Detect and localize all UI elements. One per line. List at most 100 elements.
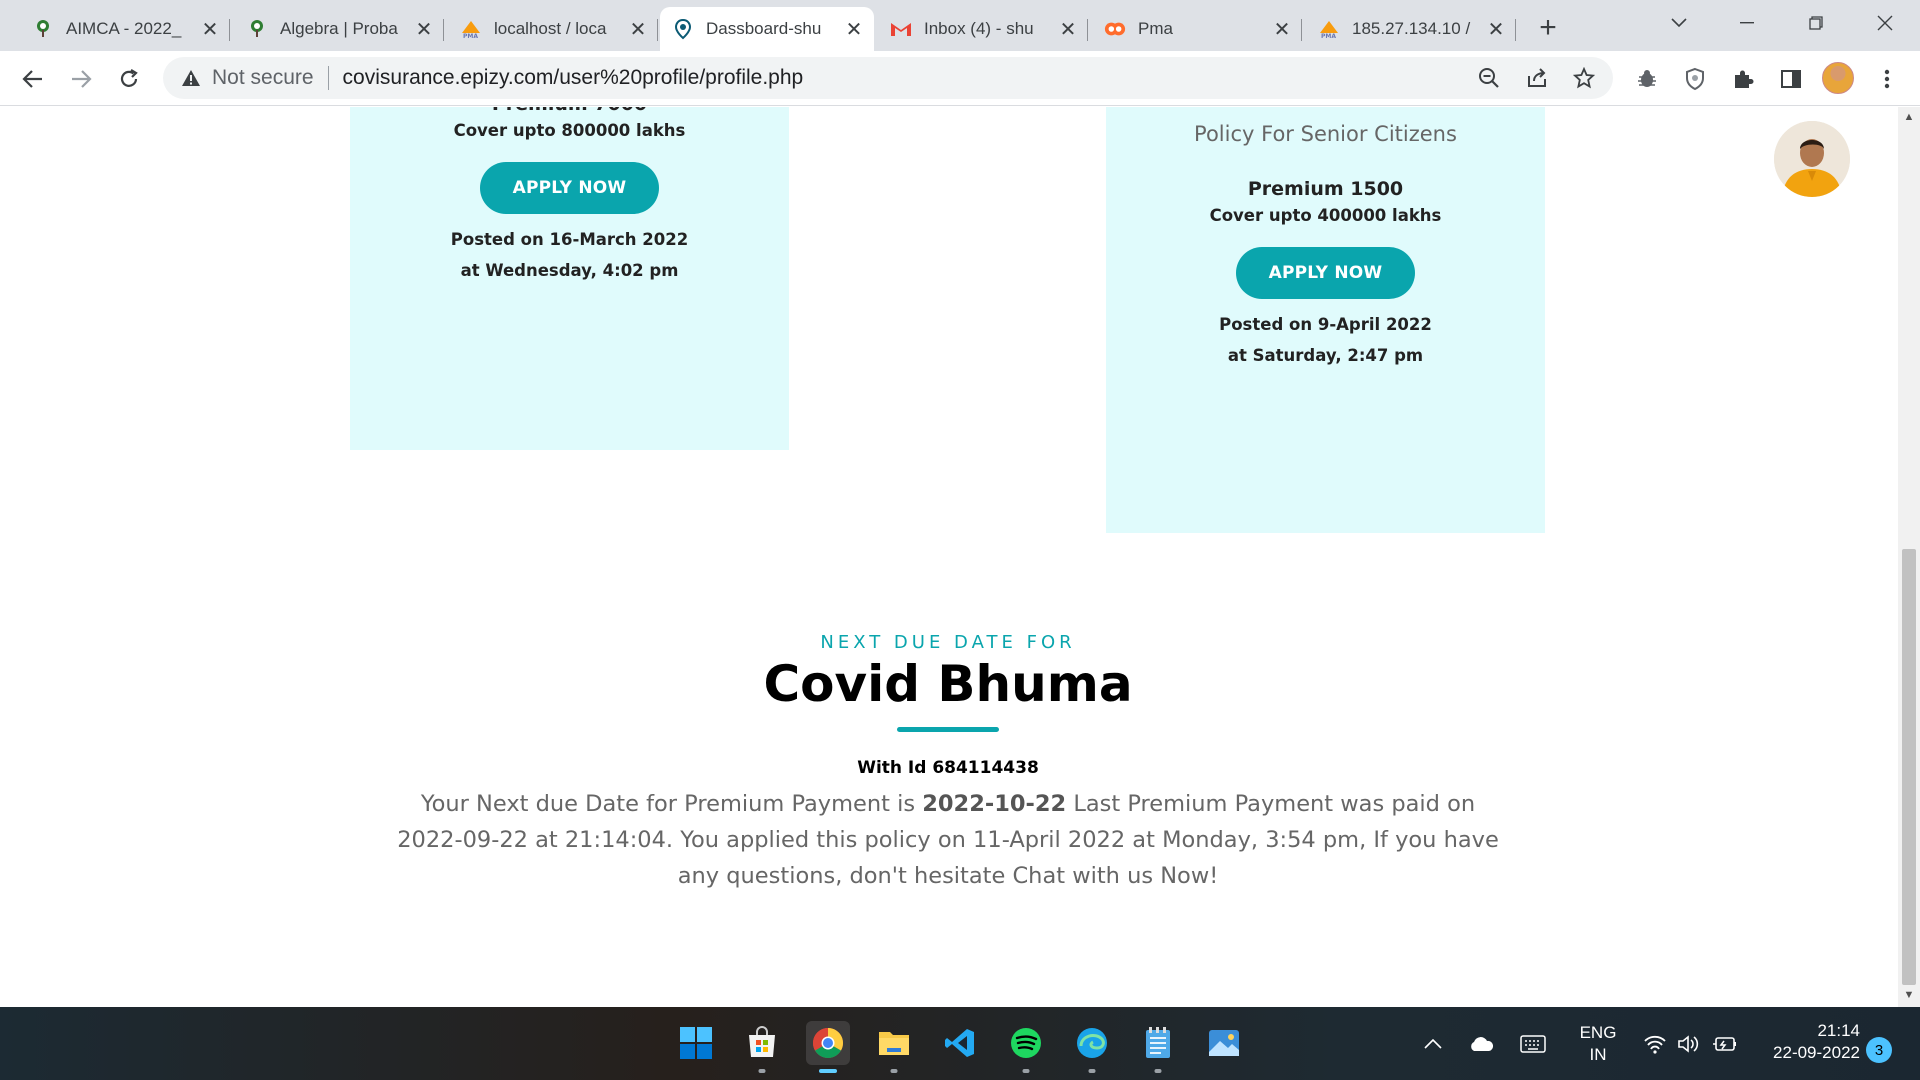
running-indicator [890, 1069, 898, 1073]
tab-strip: AIMCA - 2022_ ✕ Algebra | Proba ✕ PMA lo… [0, 0, 1920, 51]
security-label[interactable]: Not secure [212, 66, 314, 90]
phpmyadmin-icon: PMA [1318, 18, 1340, 40]
clock[interactable]: 21:14 22-09-2022 [1750, 1020, 1860, 1064]
notepad-icon[interactable] [1136, 1021, 1180, 1073]
zoom-icon[interactable] [1476, 65, 1502, 91]
running-indicator [1022, 1069, 1030, 1073]
more-menu-icon[interactable] [1872, 64, 1902, 94]
tab-title: Pma [1138, 19, 1173, 38]
running-indicator [819, 1069, 837, 1073]
running-indicator [1088, 1069, 1096, 1073]
tab-search-chevron-icon[interactable] [1659, 8, 1699, 38]
running-indicator [758, 1069, 766, 1073]
extensions-puzzle-icon[interactable] [1728, 64, 1758, 94]
policy-cover: Cover upto 800000 lakhs [453, 121, 686, 140]
policy-holder-name: Covid Bhuma [763, 655, 1133, 713]
tab-aimca[interactable]: AIMCA - 2022_ ✕ [20, 7, 230, 51]
tab-separator [1087, 19, 1088, 41]
warning-icon[interactable] [180, 67, 202, 89]
tab-dashboard[interactable]: Dassboard-shu ✕ [660, 7, 874, 51]
edge-icon[interactable] [1070, 1021, 1114, 1073]
phpmyadmin-icon: PMA [460, 18, 482, 40]
profile-avatar[interactable] [1822, 62, 1854, 94]
tab-pma[interactable]: Pma ✕ [1092, 7, 1302, 51]
back-button[interactable] [16, 62, 50, 96]
close-tab-icon[interactable]: ✕ [198, 17, 222, 41]
close-tab-icon[interactable]: ✕ [1270, 17, 1294, 41]
minimize-button[interactable] [1727, 8, 1767, 38]
posted-time: at Wednesday, 4:02 pm [460, 261, 679, 280]
region-code: IN [1589, 1045, 1607, 1064]
apply-now-button[interactable]: APPLY NOW [1235, 247, 1416, 299]
keyboard-icon[interactable] [1520, 1031, 1546, 1057]
language-indicator[interactable]: ENG IN [1572, 1022, 1624, 1066]
running-indicator [1154, 1069, 1162, 1073]
close-tab-icon[interactable]: ✕ [842, 17, 866, 41]
scroll-down-arrow-icon[interactable]: ▼ [1898, 989, 1920, 1003]
reload-button[interactable] [112, 62, 146, 96]
show-hidden-icons-chevron-icon[interactable] [1420, 1031, 1446, 1057]
start-button[interactable] [674, 1021, 718, 1065]
close-window-button[interactable] [1865, 8, 1905, 38]
due-text-before: Your Next due Date for Premium Payment i… [420, 791, 923, 817]
tab-separator [657, 19, 658, 41]
windows-taskbar: ENG IN 21:14 22-09-2022 3 [0, 1007, 1920, 1080]
close-tab-icon[interactable]: ✕ [1056, 17, 1080, 41]
policy-premium: Premium 7000 [350, 107, 789, 115]
tab-algebra[interactable]: Algebra | Proba ✕ [234, 7, 444, 51]
tab-title: Inbox (4) - shu [924, 19, 1034, 38]
address-bar[interactable]: Not secure covisurance.epizy.com/user%20… [163, 57, 1613, 99]
scroll-thumb[interactable] [1902, 549, 1916, 985]
shield-extension-icon[interactable] [1680, 64, 1710, 94]
spotify-icon[interactable] [1004, 1021, 1048, 1073]
policy-premium: Premium 1500 [1247, 178, 1404, 200]
microsoft-store-icon[interactable] [740, 1021, 784, 1073]
due-eyebrow: NEXT DUE DATE FOR [820, 632, 1076, 653]
svg-text:PMA: PMA [463, 33, 478, 39]
file-explorer-icon[interactable] [872, 1021, 916, 1073]
tab-ip-address[interactable]: PMA 185.27.134.10 / ✕ [1306, 7, 1516, 51]
page-scrollbar[interactable]: ▲ ▼ [1898, 107, 1920, 1007]
vscode-icon[interactable] [938, 1021, 982, 1065]
tab-separator [1515, 19, 1516, 41]
close-tab-icon[interactable]: ✕ [1484, 17, 1508, 41]
posted-date: Posted on 16-March 2022 [450, 230, 689, 249]
tree-icon [32, 18, 54, 40]
posted-time: at Saturday, 2:47 pm [1227, 346, 1424, 365]
bug-extension-icon[interactable] [1632, 64, 1662, 94]
tab-title: 185.27.134.10 / [1352, 19, 1471, 38]
close-tab-icon[interactable]: ✕ [626, 17, 650, 41]
clock-date: 22-09-2022 [1773, 1043, 1860, 1062]
tab-title: AIMCA - 2022_ [66, 19, 182, 38]
wifi-icon[interactable] [1642, 1031, 1668, 1057]
restore-button[interactable] [1796, 8, 1836, 38]
posted-date: Posted on 9-April 2022 [1219, 315, 1432, 334]
tab-localhost[interactable]: PMA localhost / loca ✕ [448, 7, 658, 51]
clock-time: 21:14 [1817, 1021, 1860, 1040]
new-tab-button[interactable]: + [1532, 11, 1564, 44]
policy-subtitle: Policy For Senior Citizens [1194, 122, 1457, 146]
photos-icon[interactable] [1202, 1021, 1246, 1065]
tab-gmail[interactable]: Inbox (4) - shu ✕ [878, 7, 1088, 51]
scroll-up-arrow-icon[interactable]: ▲ [1898, 111, 1920, 125]
volume-icon[interactable] [1676, 1031, 1702, 1057]
apply-now-button[interactable]: APPLY NOW [479, 162, 660, 214]
gmail-icon [890, 18, 912, 40]
tab-separator [1301, 19, 1302, 41]
tab-title: Algebra | Proba [280, 19, 398, 38]
url-text[interactable]: covisurance.epizy.com/user%20profile/pro… [343, 66, 804, 90]
title-underline [897, 727, 999, 732]
user-avatar[interactable] [1774, 121, 1850, 197]
chrome-icon[interactable] [806, 1021, 850, 1073]
forward-button[interactable] [64, 62, 98, 96]
cpanel-icon [1104, 18, 1126, 40]
notification-badge[interactable]: 3 [1866, 1037, 1892, 1063]
map-pin-icon [672, 18, 694, 40]
share-icon[interactable] [1524, 65, 1550, 91]
onedrive-cloud-icon[interactable] [1468, 1031, 1494, 1057]
side-panel-icon[interactable] [1776, 64, 1806, 94]
tab-title: Dassboard-shu [706, 19, 822, 38]
close-tab-icon[interactable]: ✕ [412, 17, 436, 41]
bookmark-star-icon[interactable] [1571, 65, 1597, 91]
battery-icon[interactable] [1712, 1031, 1738, 1057]
